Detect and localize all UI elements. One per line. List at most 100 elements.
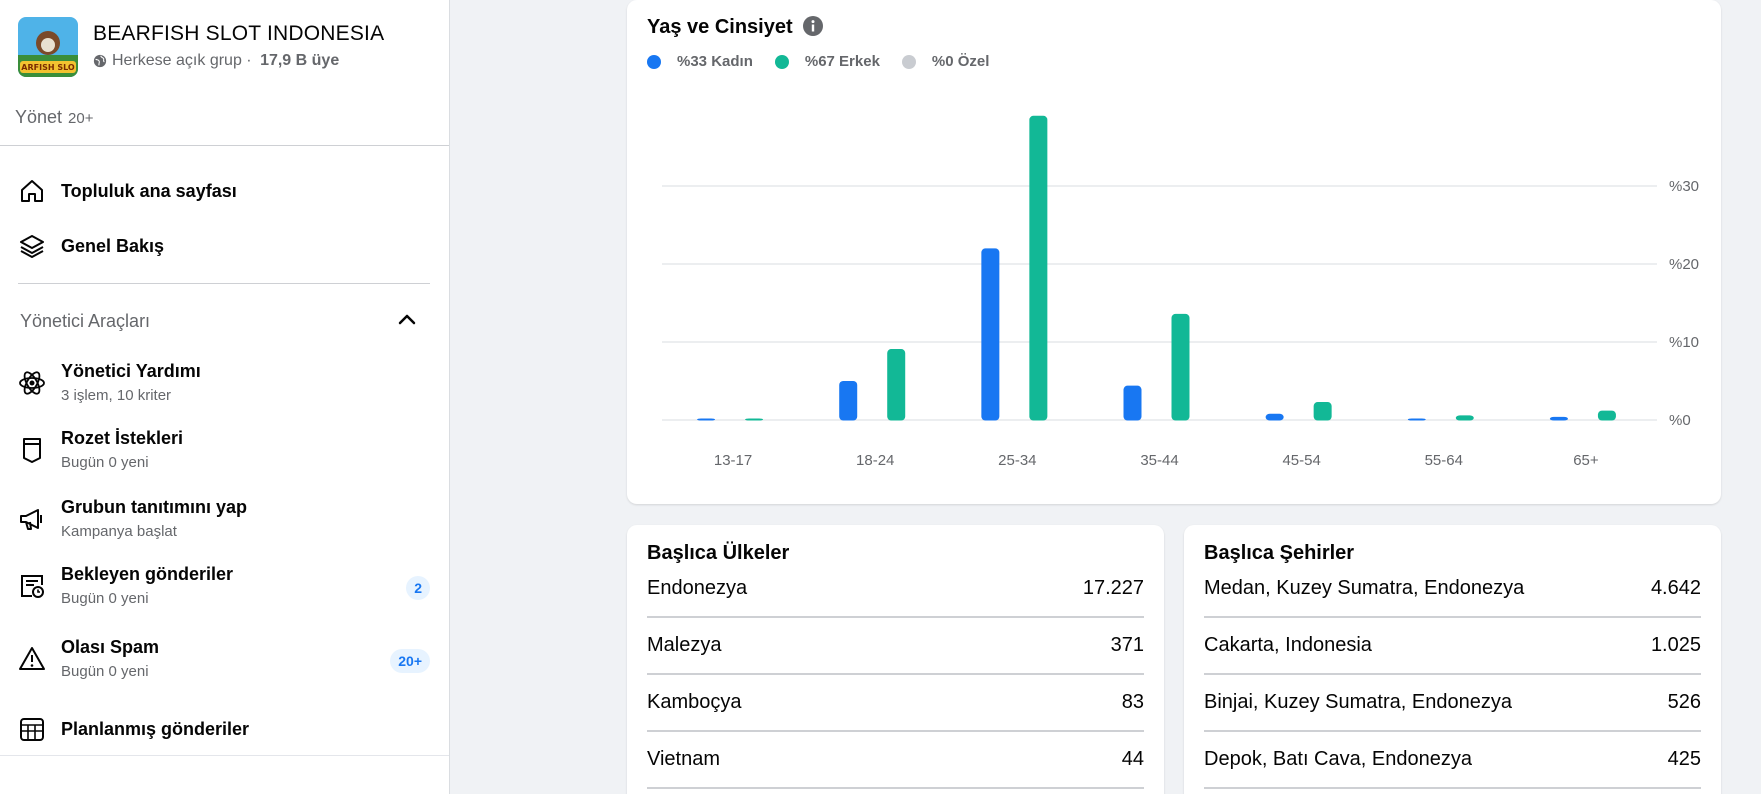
country-row: Vietnam 44 (647, 732, 1144, 789)
city-value: 425 (1667, 748, 1701, 770)
group-meta: Herkese açık grup · 17,9 B üye (93, 52, 384, 70)
nav-label: Topluluk ana sayfası (61, 181, 237, 201)
country-value: 17.227 (1082, 577, 1144, 599)
bar-erkek (887, 349, 906, 421)
divider (18, 283, 430, 284)
bar-kadın (839, 381, 858, 421)
bar-erkek (1171, 313, 1190, 421)
country-name: Kamboçya (647, 691, 742, 713)
nav-possible-spam[interactable]: Olası Spam Bugün 0 yeni 20+ (18, 637, 430, 680)
nav-label: Grubun tanıtımını yap (61, 497, 248, 517)
nav-sublabel: Bugün 0 yeni (61, 590, 149, 607)
atom-icon (19, 371, 45, 395)
manage-label: Yönet (15, 107, 63, 127)
nav-label: Rozet İstekleri (61, 428, 184, 448)
group-header[interactable]: ARFISH SLO BEARFISH SLOT INDONESIA Herke… (18, 17, 384, 77)
city-row: Binjai, Kuzey Sumatra, Endonezya 526 (1204, 675, 1701, 732)
thumbnail-logo-text: ARFISH SLO (21, 63, 75, 72)
member-count[interactable]: 17,9 B üye (260, 52, 339, 70)
calendar-grid-icon (20, 718, 44, 741)
nav-label: Bekleyen gönderiler (61, 564, 234, 584)
city-name: Medan, Kuzey Sumatra, Endonezya (1204, 577, 1525, 599)
divider (0, 145, 449, 146)
layers-icon (20, 235, 44, 258)
group-name[interactable]: BEARFISH SLOT INDONESIA (93, 22, 384, 46)
warning-icon (19, 647, 45, 670)
manage-count: 20+ (68, 110, 94, 127)
country-name: Vietnam (647, 748, 721, 770)
city-row: Depok, Batı Cava, Endonezya 425 (1204, 732, 1701, 789)
city-value: 1.025 (1650, 634, 1701, 656)
megaphone-icon (20, 509, 42, 530)
bar-kadın (981, 248, 1000, 421)
city-name: Binjai, Kuzey Sumatra, Endonezya (1204, 691, 1512, 713)
bar-kadın (1265, 413, 1284, 421)
x-tick-label: 45-54 (1282, 452, 1320, 469)
pending-count-badge: 2 (406, 576, 430, 600)
group-thumbnail[interactable]: ARFISH SLO (18, 17, 78, 77)
nav-promote-group[interactable]: Grubun tanıtımını yap Kampanya başlat (18, 497, 430, 540)
y-tick-label: %0 (1669, 412, 1691, 429)
group-privacy: Herkese açık grup (112, 52, 242, 69)
y-tick-label: %30 (1669, 178, 1699, 195)
nav-label: Yönetici Yardımı (61, 361, 201, 381)
y-tick-label: %10 (1669, 334, 1699, 351)
x-tick-label: 55-64 (1425, 452, 1463, 469)
left-sidebar: ARFISH SLO BEARFISH SLOT INDONESIA Herke… (0, 0, 450, 794)
country-value: 44 (1121, 748, 1144, 770)
bar-erkek (1029, 115, 1048, 421)
city-row: Cakarta, Indonesia 1.025 (1204, 618, 1701, 675)
x-tick-label: 13-17 (714, 452, 752, 469)
nav-scheduled-posts[interactable]: Planlanmış gönderiler (18, 715, 430, 743)
nav-sublabel: 3 işlem, 10 kriter (61, 387, 172, 404)
x-tick-label: 18-24 (856, 452, 894, 469)
country-row: Kamboçya 83 (647, 675, 1144, 732)
chevron-up-icon[interactable] (396, 309, 418, 331)
nav-badge-requests[interactable]: Rozet İstekleri Bugün 0 yeni (18, 428, 430, 471)
nav-pending-posts[interactable]: Bekleyen gönderiler Bugün 0 yeni 2 (18, 564, 430, 607)
bar-erkek (1455, 415, 1474, 421)
badge-shield-icon (23, 438, 41, 463)
nav-label: Genel Bakış (61, 236, 165, 256)
age-gender-card: Yaş ve Cinsiyet %33 Kadın %67 Erkek %0 Ö… (627, 0, 1721, 504)
age-gender-bar-chart: %0 %10 %20 %30 13-17 18-24 25-34 35-44 45-54 55-6… (662, 115, 1699, 469)
home-icon (21, 180, 43, 202)
manage-link[interactable]: Yönet 20+ (15, 107, 94, 128)
nav-label: Planlanmış gönderiler (61, 719, 250, 739)
bar-kadın (1123, 385, 1142, 421)
nav-label: Olası Spam (61, 637, 160, 657)
spam-count-badge: 20+ (390, 649, 430, 673)
x-tick-label: 35-44 (1140, 452, 1178, 469)
nav-community-home[interactable]: Topluluk ana sayfası (18, 177, 430, 205)
globe-icon (93, 54, 107, 68)
top-cities-card: Başlıca Şehirler Medan, Kuzey Sumatra, E… (1184, 525, 1721, 794)
top-countries-card: Başlıca Ülkeler Endonezya 17.227 Malezya 3… (627, 525, 1164, 794)
pending-posts-icon (21, 575, 44, 598)
country-row: Endonezya 17.227 (647, 561, 1144, 618)
nav-sublabel: Kampanya başlat (61, 523, 177, 540)
country-name: Endonezya (647, 577, 748, 599)
divider (0, 755, 449, 756)
city-name: Cakarta, Indonesia (1204, 634, 1372, 656)
nav-overview[interactable]: Genel Bakış (18, 232, 430, 260)
city-value: 526 (1667, 691, 1701, 713)
nav-admin-assist[interactable]: Yönetici Yardımı 3 işlem, 10 kriter (18, 361, 430, 404)
bar-erkek (1597, 410, 1616, 421)
bar-kadın (697, 418, 716, 421)
bar-erkek (745, 418, 764, 421)
x-tick-label: 25-34 (998, 452, 1036, 469)
bar-kadın (1407, 418, 1426, 421)
country-row: Malezya 371 (647, 618, 1144, 675)
y-tick-label: %20 (1669, 256, 1699, 273)
meta-separator: · (241, 52, 257, 69)
country-name: Malezya (647, 634, 722, 656)
nav-sublabel: Bugün 0 yeni (61, 663, 149, 680)
city-name: Depok, Batı Cava, Endonezya (1204, 748, 1472, 770)
nav-sublabel: Bugün 0 yeni (61, 454, 149, 471)
city-row: Medan, Kuzey Sumatra, Endonezya 4.642 (1204, 561, 1701, 618)
bar-kadın (1549, 416, 1568, 421)
city-value: 4.642 (1650, 577, 1701, 599)
admin-tools-title: Yönetici Araçları (20, 311, 151, 331)
country-value: 83 (1121, 691, 1144, 713)
x-tick-label: 65+ (1573, 452, 1599, 469)
